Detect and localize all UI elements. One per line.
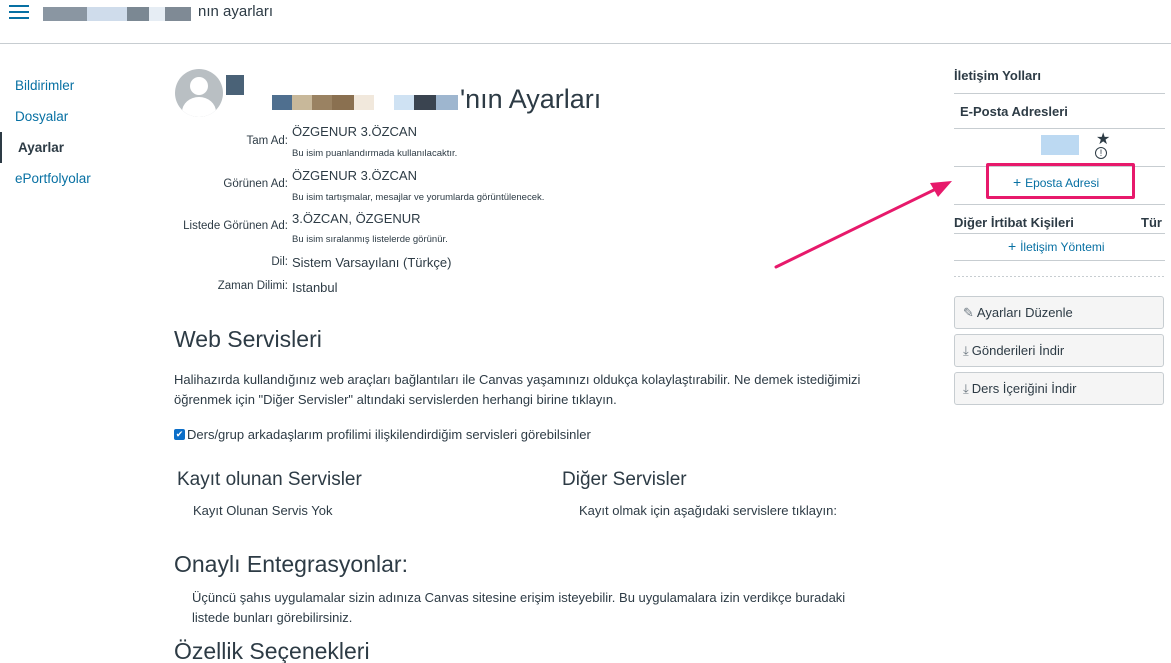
field-label: Listede Görünen Ad: [183, 220, 288, 232]
other-contacts-heading: Diğer İrtibat Kişileri [954, 215, 1074, 230]
download-course-content-button[interactable]: ⤓ Ders İçeriğini İndir [954, 372, 1164, 405]
crumb-redacted-4 [149, 7, 165, 21]
other-services-text: Kayıt olmak için aşağıdaki servislere tı… [579, 503, 837, 518]
download-course-content-label: Ders İçeriğini İndir [971, 381, 1077, 396]
nav-item-files[interactable]: Dosyalar [0, 101, 150, 132]
field-value: ÖZGENUR 3.ÖZCAN [292, 124, 417, 139]
field-value: ÖZGENUR 3.ÖZCAN [292, 168, 417, 183]
page-title: 'nın Ayarları [460, 84, 602, 114]
type-column-heading: Tür [1141, 215, 1162, 230]
field-value: Sistem Varsayılanı (Türkçe) [292, 255, 452, 270]
download-icon: ⤓ [963, 381, 969, 396]
divider [954, 260, 1165, 261]
field-label: Dil: [271, 256, 288, 268]
crumb-redacted-2 [87, 7, 127, 21]
title-redacted-3 [312, 95, 332, 110]
nav-item-settings[interactable]: Ayarlar [0, 132, 150, 163]
title-redacted-1 [272, 95, 292, 110]
breadcrumb-settings[interactable]: nın ayarları [198, 3, 273, 20]
hamburger-menu-icon[interactable] [9, 5, 29, 19]
avatar[interactable] [175, 69, 223, 117]
divider [954, 93, 1165, 94]
nav-item-eportfolios[interactable]: ePortfolyolar [0, 163, 150, 194]
web-services-heading: Web Servisleri [174, 326, 322, 352]
feature-options-heading: Özellik Seçenekleri [174, 638, 370, 663]
registered-services-heading: Kayıt olunan Servisler [177, 469, 362, 490]
web-services-description-1: Halihazırda kullandığınız web araçları b… [174, 372, 861, 387]
annotation-arrow [774, 181, 952, 269]
divider [954, 204, 1165, 205]
add-contact-method-label: İletişim Yöntemi [1020, 240, 1105, 254]
title-redacted-6 [394, 95, 414, 110]
add-contact-method-link[interactable]: + İletişim Yöntemi [1008, 238, 1105, 254]
edit-settings-button[interactable]: ✎ Ayarları Düzenle [954, 296, 1164, 329]
title-redacted-2 [292, 95, 312, 110]
field-hint: Bu isim sıralanmış listelerde görünür. [292, 234, 448, 245]
title-redacted-4 [332, 95, 354, 110]
field-label: Zaman Dilimi: [217, 280, 288, 292]
web-services-description-2: öğrenmek için "Diğer Servisler" altındak… [174, 392, 617, 407]
integrations-text-2: listede bunları görebilirsiniz. [192, 610, 353, 625]
field-hint: Bu isim puanlandırmada kullanılacaktır. [292, 148, 458, 159]
field-value: 3.ÖZCAN, ÖZGENUR [292, 211, 421, 226]
email-redacted[interactable] [1041, 135, 1079, 155]
download-icon: ⤓ [963, 343, 969, 358]
crumb-redacted-3 [127, 7, 149, 21]
integrations-text-1: Üçüncü şahıs uygulamalar sizin adınıza C… [192, 590, 846, 605]
crumb-redacted-5 [165, 7, 191, 21]
share-services-checkbox[interactable]: ✔ [174, 429, 185, 440]
registered-services-empty: Kayıt Olunan Servis Yok [193, 503, 333, 518]
course-nav: Bildirimler Dosyalar Ayarlar ePortfolyol… [0, 70, 150, 194]
nav-item-notifications[interactable]: Bildirimler [0, 70, 150, 101]
other-services-heading: Diğer Servisler [562, 469, 687, 490]
title-redacted-7 [414, 95, 436, 110]
contact-methods-heading: İletişim Yolları [954, 68, 1041, 83]
dotted-divider [954, 276, 1165, 277]
download-submissions-button[interactable]: ⤓ Gönderileri İndir [954, 334, 1164, 367]
divider [954, 233, 1165, 234]
field-label: Görünen Ad: [223, 178, 288, 190]
star-icon[interactable]: ★ [1096, 129, 1110, 149]
email-addresses-heading: E-Posta Adresleri [960, 104, 1068, 119]
pencil-icon: ✎ [963, 305, 974, 320]
name-redacted-block [226, 75, 244, 95]
field-label: Tam Ad: [246, 135, 288, 147]
title-redacted-5 [354, 95, 374, 110]
edit-settings-label: Ayarları Düzenle [976, 305, 1073, 320]
share-services-label: Ders/grup arkadaşlarım profilimi ilişkil… [187, 427, 591, 442]
field-hint: Bu isim tartışmalar, mesajlar ve yorumla… [292, 192, 545, 203]
top-header: nın ayarları [0, 0, 1171, 44]
integrations-heading: Onaylı Entegrasyonlar: [174, 551, 408, 577]
annotation-highlight-box [986, 163, 1135, 199]
divider [954, 128, 1165, 129]
plus-icon: + [1008, 238, 1021, 254]
title-redacted-8 [436, 95, 458, 110]
download-submissions-label: Gönderileri İndir [971, 343, 1065, 358]
field-value: Istanbul [292, 280, 338, 295]
warning-circle-icon: ! [1095, 147, 1107, 159]
crumb-redacted-1 [43, 7, 87, 21]
